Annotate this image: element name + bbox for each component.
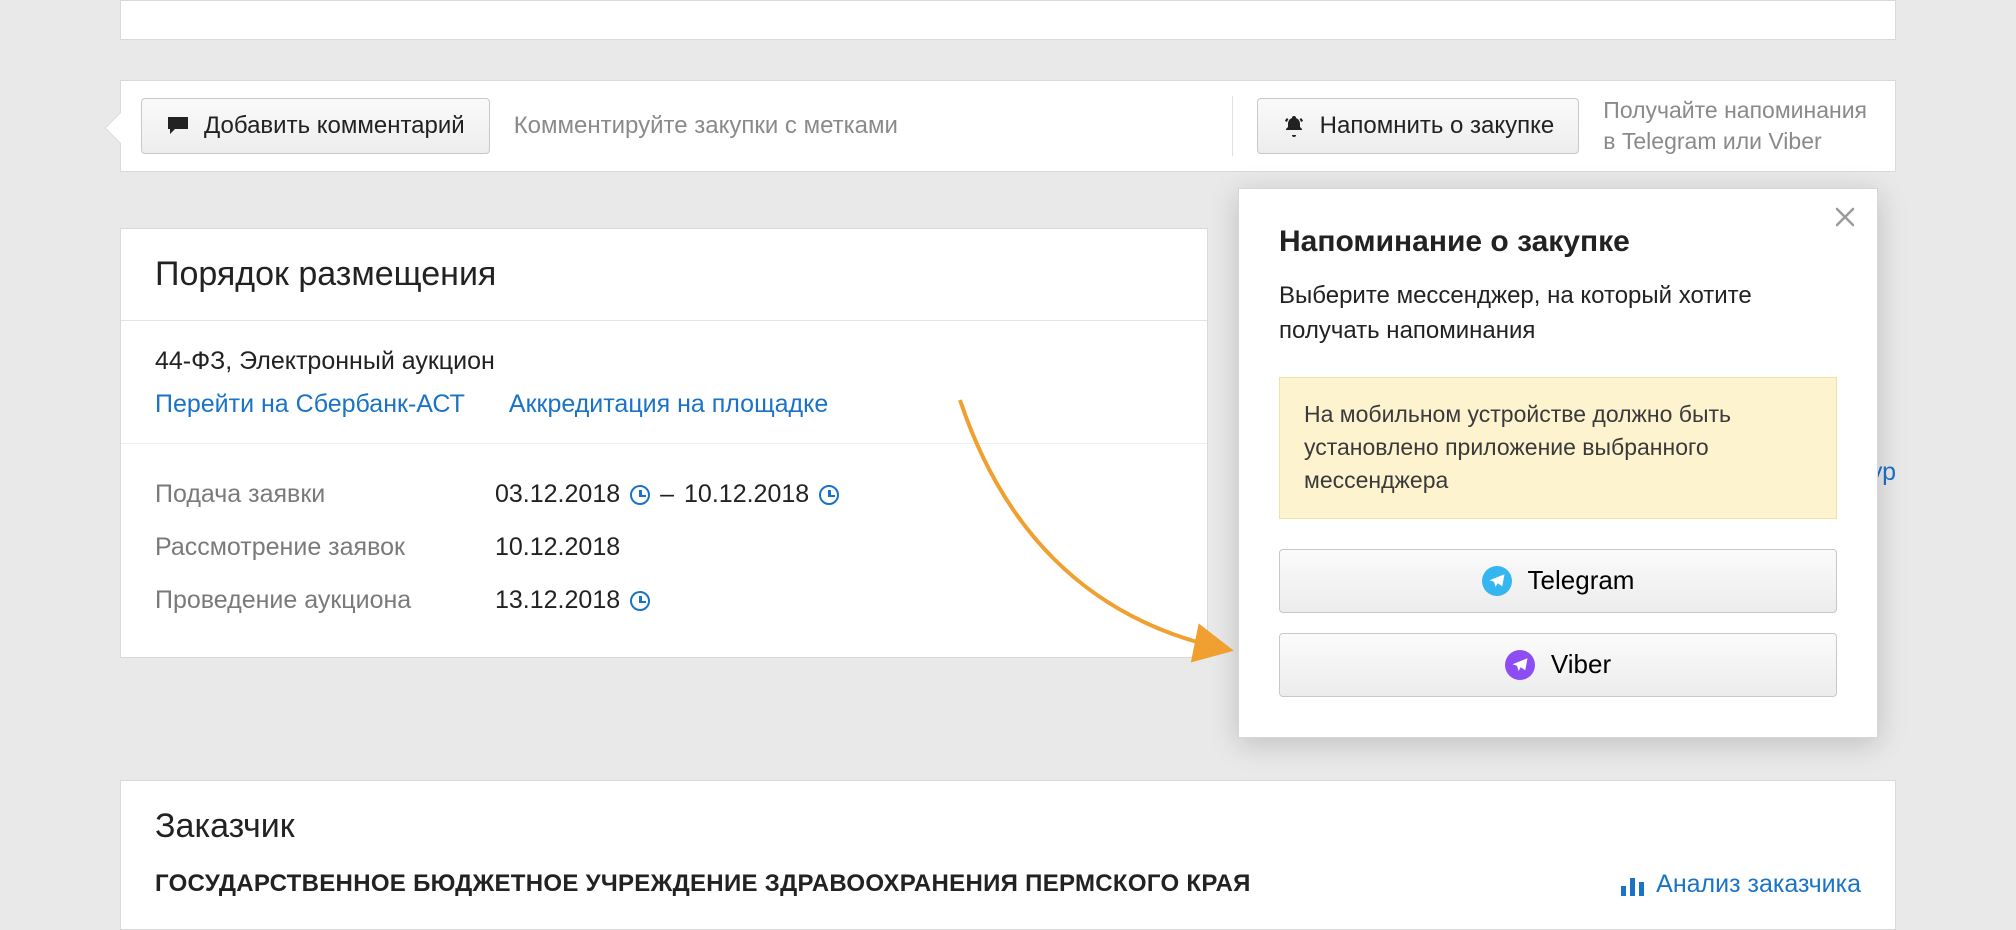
link-sberbank-ast[interactable]: Перейти на Сбербанк-АСТ	[155, 390, 465, 419]
popover-title: Напоминание о закупке	[1279, 225, 1837, 259]
row-submission: Подача заявки 03.12.2018 – 10.12.2018	[155, 468, 1173, 521]
telegram-icon	[1482, 566, 1512, 596]
placement-card: Порядок размещения 44-ФЗ, Электронный ау…	[120, 228, 1208, 658]
placement-title: Порядок размещения	[155, 255, 1173, 294]
row-label: Подача заявки	[155, 480, 495, 509]
customer-title: Заказчик	[155, 807, 1861, 846]
popover-desc: Выберите мессенджер, на который хотите п…	[1279, 279, 1837, 349]
date: 10.12.2018	[495, 533, 620, 562]
bell-icon	[1282, 114, 1306, 138]
telegram-label: Telegram	[1528, 565, 1635, 596]
popover-note: На мобильном устройстве должно быть уста…	[1279, 377, 1837, 519]
telegram-button[interactable]: Telegram	[1279, 549, 1837, 613]
clock-icon	[819, 485, 839, 505]
bar-chart-icon	[1621, 874, 1644, 896]
page-top-fragment	[120, 0, 1896, 40]
viber-label: Viber	[1551, 649, 1611, 680]
close-icon[interactable]	[1831, 203, 1859, 231]
toolbar-separator	[1232, 96, 1233, 156]
clock-icon	[630, 591, 650, 611]
clock-icon	[630, 485, 650, 505]
remind-button[interactable]: Напомнить о закупке	[1257, 98, 1580, 154]
remind-hint: Получайте напоминания в Telegram или Vib…	[1603, 95, 1867, 157]
add-comment-button[interactable]: Добавить комментарий	[141, 98, 490, 154]
comment-hint: Комментируйте закупки с метками	[514, 112, 898, 140]
viber-icon	[1505, 650, 1535, 680]
viber-button[interactable]: Viber	[1279, 633, 1837, 697]
customer-analysis-label: Анализ заказчика	[1656, 870, 1861, 899]
placement-card-header: Порядок размещения	[121, 229, 1207, 321]
remind-label: Напомнить о закупке	[1320, 112, 1555, 140]
customer-name: ГОСУДАРСТВЕННОЕ БЮДЖЕТНОЕ УЧРЕЖДЕНИЕ ЗДР…	[155, 870, 1251, 898]
dash: –	[660, 480, 674, 509]
purchase-type: 44-ФЗ, Электронный аукцион	[155, 347, 1173, 376]
comment-icon	[166, 115, 190, 137]
placement-dates: Подача заявки 03.12.2018 – 10.12.2018 Ра…	[121, 444, 1207, 657]
toolbar-pointer	[104, 112, 135, 143]
comment-toolbar: Добавить комментарий Комментируйте закуп…	[120, 80, 1896, 172]
date: 13.12.2018	[495, 586, 620, 615]
link-accreditation[interactable]: Аккредитация на площадке	[509, 390, 828, 419]
row-review: Рассмотрение заявок 10.12.2018	[155, 521, 1173, 574]
customer-card: Заказчик ГОСУДАРСТВЕННОЕ БЮДЖЕТНОЕ УЧРЕЖ…	[120, 780, 1896, 930]
add-comment-label: Добавить комментарий	[204, 112, 465, 140]
row-label: Рассмотрение заявок	[155, 533, 495, 562]
row-label: Проведение аукциона	[155, 586, 495, 615]
row-auction: Проведение аукциона 13.12.2018	[155, 574, 1173, 627]
placement-meta: 44-ФЗ, Электронный аукцион Перейти на Сб…	[121, 321, 1207, 444]
date-from: 03.12.2018	[495, 480, 620, 509]
reminder-popover: Напоминание о закупке Выберите мессендже…	[1238, 188, 1878, 738]
customer-analysis-link[interactable]: Анализ заказчика	[1621, 870, 1861, 899]
date-to: 10.12.2018	[684, 480, 809, 509]
